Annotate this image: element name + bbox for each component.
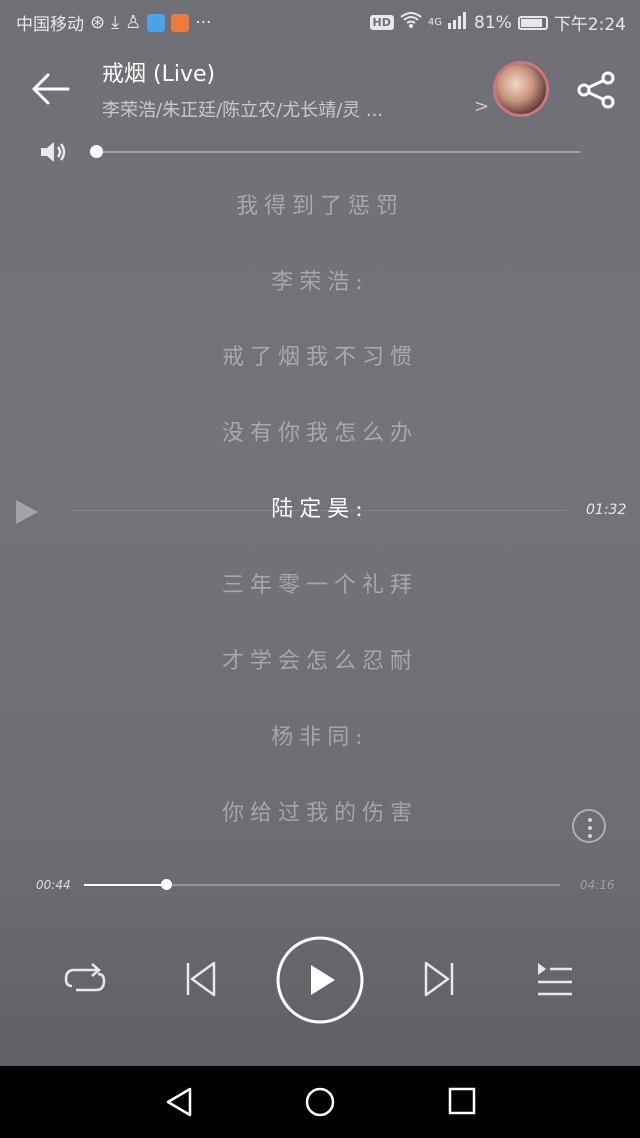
- playlist-button[interactable]: [534, 960, 574, 1002]
- previous-track-button[interactable]: [184, 960, 218, 1002]
- carrier-label: 中国移动: [16, 15, 84, 35]
- elapsed-time: 00:44: [36, 878, 71, 892]
- chevron-right-icon: >: [474, 96, 490, 117]
- skip-previous-icon: [186, 961, 216, 997]
- progress-knob[interactable]: [161, 879, 172, 890]
- skip-next-icon: [424, 961, 454, 997]
- speaker-icon[interactable]: [38, 138, 68, 166]
- volume-slider-track[interactable]: [96, 151, 580, 153]
- back-button[interactable]: [28, 70, 72, 108]
- battery-icon: [517, 15, 548, 30]
- status-bar: 中国移动 ⊛ ⤓ ♙ ··· HD 4G 81% 下午2:24: [0, 0, 640, 44]
- play-triangle-icon: [16, 500, 38, 524]
- artist-list-link[interactable]: 李荣浩/朱正廷/陈立农/尤长靖/灵 ...: [102, 96, 482, 122]
- lyric-seek-line: [72, 510, 566, 511]
- play-pause-button[interactable]: [275, 935, 365, 1029]
- qq-icon: ♙: [125, 12, 142, 33]
- battery-percent: 81%: [474, 12, 512, 33]
- clock: 下午2:24: [553, 15, 626, 35]
- volume-control: [36, 138, 596, 166]
- lyric-seek-time: 01:32: [586, 502, 627, 518]
- lyric-line[interactable]: 没有你我怎么办: [0, 415, 640, 447]
- playlist-icon: [538, 963, 572, 996]
- more-options-button[interactable]: [572, 809, 606, 843]
- triangle-back-icon: [166, 1087, 192, 1117]
- network-type-label: 4G: [427, 17, 443, 28]
- lyric-line[interactable]: 我得到了惩罚: [0, 188, 640, 220]
- playback-controls: [0, 930, 640, 1030]
- nav-back-button[interactable]: [164, 1086, 194, 1122]
- lyric-line[interactable]: 你给过我的伤害: [0, 795, 640, 827]
- song-title: 戒烟 (Live): [102, 62, 216, 87]
- lyric-line[interactable]: 三年零一个礼拜: [0, 567, 640, 599]
- album-avatar[interactable]: [496, 64, 546, 114]
- hd-badge: HD: [369, 15, 394, 30]
- video-app-icon: [171, 13, 190, 32]
- system-nav-bar: [0, 1066, 640, 1138]
- share-icon: [577, 71, 615, 109]
- lyric-line[interactable]: 戒了烟我不习惯: [0, 339, 640, 371]
- heart-app-icon: [147, 13, 166, 32]
- player-header: 戒烟 (Live) 李荣浩/朱正廷/陈立农/尤长靖/灵 ... >: [0, 52, 640, 132]
- wifi-icon: [400, 11, 422, 34]
- nav-recents-button[interactable]: [448, 1087, 476, 1119]
- repeat-icon: [64, 963, 106, 992]
- repeat-button[interactable]: [62, 958, 108, 1002]
- progress-fill: [84, 884, 166, 886]
- square-recents-icon: [448, 1087, 476, 1115]
- playback-progress: 00:44 04:16: [0, 872, 640, 900]
- more-notifications-icon: ···: [195, 12, 212, 33]
- nav-home-button[interactable]: [304, 1086, 336, 1122]
- share-button[interactable]: [576, 70, 618, 110]
- play-from-line-button[interactable]: [14, 498, 40, 526]
- play-icon: [276, 936, 364, 1024]
- next-track-button[interactable]: [422, 960, 456, 1002]
- volume-slider-knob[interactable]: [90, 145, 103, 158]
- total-time: 04:16: [580, 878, 615, 892]
- lyric-line[interactable]: 杨非同:: [0, 719, 640, 751]
- lyric-line[interactable]: 才学会怎么忍耐: [0, 643, 640, 675]
- signal-icon: [448, 11, 468, 34]
- lyric-line-current[interactable]: 陆定昊:: [0, 491, 640, 523]
- lyric-line[interactable]: 李荣浩:: [0, 264, 640, 296]
- download-icon: ⤓: [111, 12, 120, 33]
- circle-home-icon: [305, 1087, 335, 1117]
- weibo-icon: ⊛: [90, 12, 106, 33]
- back-arrow-icon: [32, 73, 70, 105]
